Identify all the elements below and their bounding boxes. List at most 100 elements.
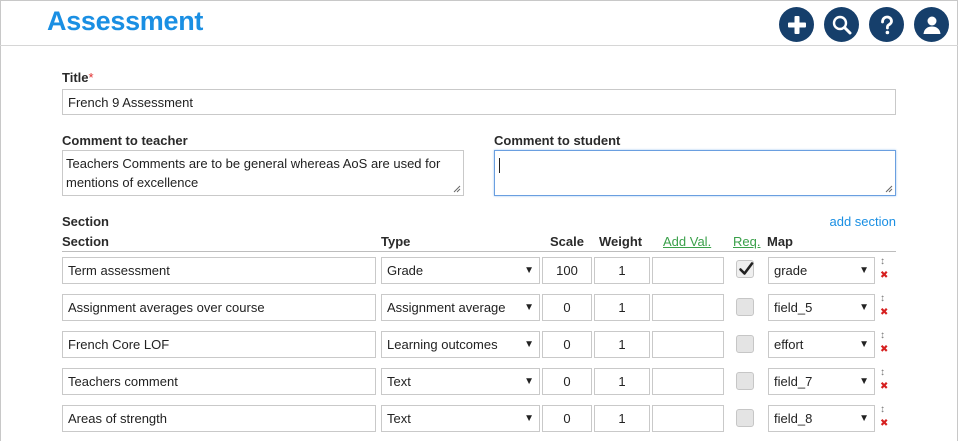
section-name-value: Assignment averages over course	[68, 300, 265, 315]
section-type-value: Text	[387, 374, 411, 389]
comment-teacher-label: Comment to teacher	[62, 133, 188, 148]
help-icon	[880, 15, 893, 34]
chevron-down-icon: ▼	[859, 413, 869, 424]
column-header-req[interactable]: Req.	[733, 234, 760, 249]
move-icon[interactable]: ↕	[880, 294, 885, 304]
search-icon	[832, 15, 851, 34]
chevron-down-icon: ▼	[524, 302, 534, 313]
resize-handle-icon[interactable]	[453, 185, 461, 193]
section-type-select[interactable]: Learning outcomes ▼	[381, 331, 540, 358]
weight-input[interactable]: 1	[594, 405, 650, 432]
map-select[interactable]: grade ▼	[768, 257, 875, 284]
add-section-link[interactable]: add section	[830, 214, 897, 229]
required-checkbox[interactable]	[736, 409, 754, 427]
map-value: effort	[774, 337, 804, 352]
page-title: Assessment	[47, 6, 204, 36]
required-checkbox[interactable]	[736, 298, 754, 316]
add-val-input[interactable]	[652, 368, 724, 395]
column-header-scale: Scale	[550, 234, 584, 249]
scale-value: 0	[563, 300, 571, 315]
map-value: grade	[774, 263, 808, 278]
map-select[interactable]: effort ▼	[768, 331, 875, 358]
title-input[interactable]: French 9 Assessment	[62, 89, 896, 115]
section-type-value: Assignment average	[387, 300, 506, 315]
title-input-value: French 9 Assessment	[68, 94, 193, 110]
section-name-input[interactable]: Areas of strength	[62, 405, 376, 432]
chevron-down-icon: ▼	[859, 376, 869, 387]
delete-icon[interactable]: ✖	[880, 419, 888, 429]
title-label: Title*	[62, 70, 94, 85]
scale-input[interactable]: 0	[542, 368, 592, 395]
section-name-value: French Core LOF	[68, 337, 170, 352]
required-checkbox[interactable]	[736, 335, 754, 353]
column-header-type: Type	[381, 234, 411, 249]
comment-teacher-textarea[interactable]: Teachers Comments are to be general wher…	[62, 150, 464, 196]
move-icon[interactable]: ↕	[880, 257, 885, 267]
help-button[interactable]	[869, 7, 904, 42]
chevron-down-icon: ▼	[524, 265, 534, 276]
move-icon[interactable]: ↕	[880, 405, 885, 415]
add-button[interactable]	[779, 7, 814, 42]
chevron-down-icon: ▼	[524, 376, 534, 387]
section-name-input[interactable]: Teachers comment	[62, 368, 376, 395]
user-button[interactable]	[914, 7, 949, 42]
required-checkbox[interactable]	[736, 260, 754, 278]
map-select[interactable]: field_5 ▼	[768, 294, 875, 321]
delete-icon[interactable]: ✖	[880, 382, 888, 392]
section-name-value: Areas of strength	[68, 411, 167, 426]
comment-student-label: Comment to student	[494, 133, 621, 148]
comment-teacher-value: Teachers Comments are to be general wher…	[66, 156, 441, 190]
section-name-input[interactable]: Term assessment	[62, 257, 376, 284]
section-heading: Section	[62, 214, 109, 229]
delete-icon[interactable]: ✖	[880, 345, 888, 355]
section-type-value: Text	[387, 411, 411, 426]
chevron-down-icon: ▼	[859, 302, 869, 313]
page-header: Assessment	[0, 0, 958, 46]
section-type-select[interactable]: Assignment average ▼	[381, 294, 540, 321]
move-icon[interactable]: ↕	[880, 331, 885, 341]
scale-input[interactable]: 0	[542, 331, 592, 358]
weight-value: 1	[618, 337, 626, 352]
section-type-select[interactable]: Grade ▼	[381, 257, 540, 284]
weight-input[interactable]: 1	[594, 294, 650, 321]
section-type-value: Grade	[387, 263, 424, 278]
header-divider	[62, 251, 896, 252]
checkmark-icon	[739, 262, 754, 275]
search-button[interactable]	[824, 7, 859, 42]
chevron-down-icon: ▼	[524, 413, 534, 424]
title-label-text: Title	[62, 70, 89, 85]
scale-input[interactable]: 0	[542, 294, 592, 321]
move-icon[interactable]: ↕	[880, 368, 885, 378]
section-name-value: Teachers comment	[68, 374, 178, 389]
comment-student-textarea[interactable]	[494, 150, 896, 196]
chevron-down-icon: ▼	[859, 265, 869, 276]
weight-input[interactable]: 1	[594, 257, 650, 284]
add-val-input[interactable]	[652, 331, 724, 358]
resize-handle-icon[interactable]	[885, 185, 893, 193]
section-type-select[interactable]: Text ▼	[381, 405, 540, 432]
map-select[interactable]: field_8 ▼	[768, 405, 875, 432]
section-type-select[interactable]: Text ▼	[381, 368, 540, 395]
column-header-add-val[interactable]: Add Val.	[663, 234, 711, 249]
weight-value: 1	[618, 300, 626, 315]
map-value: field_5	[774, 300, 813, 315]
delete-icon[interactable]: ✖	[880, 308, 888, 318]
map-select[interactable]: field_7 ▼	[768, 368, 875, 395]
delete-icon[interactable]: ✖	[880, 271, 888, 281]
section-name-input[interactable]: Assignment averages over course	[62, 294, 376, 321]
weight-value: 1	[618, 374, 626, 389]
scale-value: 0	[563, 374, 571, 389]
section-name-input[interactable]: French Core LOF	[62, 331, 376, 358]
column-header-weight: Weight	[599, 234, 643, 249]
scale-input[interactable]: 100	[542, 257, 592, 284]
scale-input[interactable]: 0	[542, 405, 592, 432]
weight-input[interactable]: 1	[594, 331, 650, 358]
required-checkbox[interactable]	[736, 372, 754, 390]
add-val-input[interactable]	[652, 257, 724, 284]
section-name-value: Term assessment	[68, 263, 170, 278]
section-type-value: Learning outcomes	[387, 337, 498, 352]
add-val-input[interactable]	[652, 294, 724, 321]
weight-input[interactable]: 1	[594, 368, 650, 395]
map-value: field_8	[774, 411, 813, 426]
add-val-input[interactable]	[652, 405, 724, 432]
